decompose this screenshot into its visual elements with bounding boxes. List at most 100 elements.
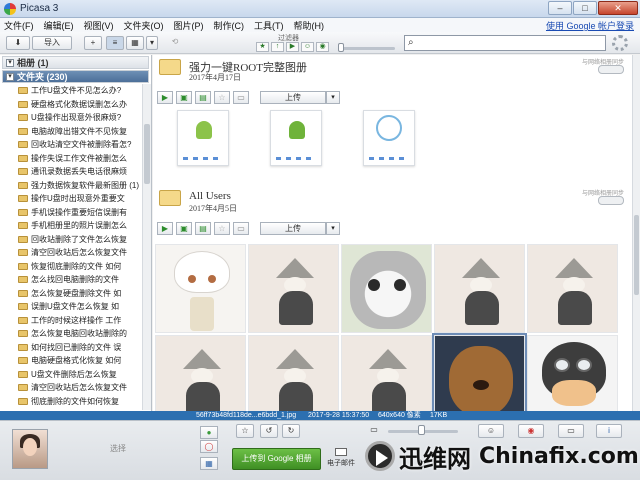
export-icon[interactable]: ▭ <box>233 90 249 104</box>
upload-dropdown[interactable]: ▾ <box>326 221 340 235</box>
folder-label: 怎么恢复硬盘删除文件 如 <box>31 288 122 298</box>
collapse-icon[interactable]: ▾ <box>6 72 14 81</box>
sync-toggle[interactable] <box>598 196 624 205</box>
folder-item[interactable]: 手机误操作重要短信误删有 <box>0 206 142 220</box>
photo-thumbnail[interactable] <box>527 244 618 333</box>
collage-icon[interactable]: ▣ <box>176 221 192 235</box>
star-filter-icon[interactable]: ★ <box>256 42 269 52</box>
folder-item[interactable]: 电脑故障出错文件不见恢复 <box>0 125 142 139</box>
sync-icon[interactable]: ⟲ <box>164 36 186 50</box>
folder-item[interactable]: 清空回收站后怎么恢复文件 <box>0 246 142 260</box>
folder-item[interactable]: U盘文件删除后怎么恢复 <box>0 368 142 382</box>
menu-picture[interactable]: 图片(P) <box>174 19 204 32</box>
photo-thumbnail[interactable] <box>270 110 322 166</box>
rotate-left-icon[interactable]: ↺ <box>260 424 278 438</box>
menu-help[interactable]: 帮助(H) <box>294 19 325 32</box>
photo-thumbnail[interactable] <box>155 335 246 411</box>
tray-thumbnail[interactable] <box>12 429 48 469</box>
export-icon[interactable]: ▭ <box>233 221 249 235</box>
collage-icon[interactable]: ▣ <box>176 90 192 104</box>
close-button[interactable]: ✕ <box>598 1 638 15</box>
maximize-button[interactable]: □ <box>573 1 597 15</box>
folders-section-header[interactable]: ▾ 文件夹 (230) <box>2 70 149 83</box>
people-filter-icon[interactable]: ☺ <box>301 42 314 52</box>
movie-icon[interactable]: ▤ <box>195 90 211 104</box>
thumbnail-size-knob[interactable] <box>418 425 425 435</box>
folder-item[interactable]: 清空回收站后怎么恢复文件 <box>0 381 142 395</box>
filter-slider-knob[interactable] <box>338 43 344 52</box>
import-button[interactable]: 导入 <box>32 36 72 50</box>
star-icon[interactable]: ☆ <box>236 424 254 438</box>
search-box[interactable]: ⌕ <box>404 35 606 51</box>
folder-scrollbar[interactable] <box>142 84 151 410</box>
clear-icon[interactable]: ◯ <box>200 440 218 453</box>
photo-thumbnail[interactable] <box>248 244 339 333</box>
menu-edit[interactable]: 编辑(E) <box>44 19 74 32</box>
movie-icon[interactable]: ▤ <box>195 221 211 235</box>
import-icon-button[interactable]: ⬇ <box>6 36 30 50</box>
folder-item[interactable]: 回收站删除了文件怎么恢复 <box>0 233 142 247</box>
upload-filter-icon[interactable]: ↑ <box>271 42 284 52</box>
sync-toggle[interactable] <box>598 65 624 74</box>
folder-item[interactable]: 怎么找回电脑删除的文件 <box>0 273 142 287</box>
play-slideshow-icon[interactable]: ▶ <box>157 221 173 235</box>
hold-icon[interactable]: ● <box>200 426 218 439</box>
add-to-album-icon[interactable]: ▦ <box>200 457 218 470</box>
photo-thumbnail[interactable] <box>527 335 618 411</box>
filter-slider-track[interactable] <box>340 47 395 50</box>
photo-thumbnail[interactable] <box>248 335 339 411</box>
menu-folder[interactable]: 文件夹(O) <box>124 19 164 32</box>
play-slideshow-icon[interactable]: ▶ <box>157 90 173 104</box>
geo-filter-icon[interactable]: ◉ <box>316 42 329 52</box>
photo-thumbnail[interactable] <box>434 244 525 333</box>
album-title[interactable]: All Users <box>189 190 231 202</box>
folder-item[interactable]: 工作U盘文件不见怎么办? <box>0 84 142 98</box>
email-button[interactable]: 电子邮件 <box>326 448 356 472</box>
photo-thumbnail[interactable] <box>341 244 432 333</box>
folder-item[interactable]: 手机相册里的照片误删怎么 <box>0 219 142 233</box>
upload-dropdown[interactable]: ▾ <box>326 90 340 104</box>
folder-item[interactable]: 操作失误工作文件被删怎么 <box>0 152 142 166</box>
folder-item[interactable]: 电脑硬盘格式化恢复 如何 <box>0 354 142 368</box>
photo-thumbnail[interactable] <box>177 110 229 166</box>
upload-button[interactable]: 上传 <box>260 221 326 235</box>
menu-view[interactable]: 视图(V) <box>84 19 114 32</box>
minimize-button[interactable]: – <box>548 1 572 15</box>
google-signin-link[interactable]: 使用 Google 帐户登录 <box>546 19 634 32</box>
folder-item[interactable]: 彻底删除的文件如何恢复 <box>0 395 142 409</box>
folder-item[interactable]: 强力数据恢复软件最新图册 (1) <box>0 179 142 193</box>
folder-item[interactable]: 如何找回已删除的文件 误 <box>0 341 142 355</box>
menu-file[interactable]: 文件(F) <box>4 19 34 32</box>
photo-thumbnail[interactable] <box>363 110 415 166</box>
folder-item[interactable]: 怎么恢复硬盘删除文件 如 <box>0 287 142 301</box>
rotate-right-icon[interactable]: ↻ <box>282 424 300 438</box>
menu-tools[interactable]: 工具(T) <box>254 19 284 32</box>
folder-item[interactable]: 误删U盘文件怎么恢复 如 <box>0 300 142 314</box>
add-folder-button[interactable]: + <box>84 36 102 50</box>
folder-item[interactable]: 怎么恢复电脑回收站删除的 <box>0 327 142 341</box>
view-dropdown[interactable]: ▾ <box>146 36 158 50</box>
albums-section-header[interactable]: ▾ 相册 (1) <box>2 56 149 69</box>
folder-item[interactable]: 通讯录数据丢失电话很麻烦 <box>0 165 142 179</box>
library-scrollbar[interactable] <box>632 55 640 411</box>
folder-item[interactable]: 硬盘格式化数据误删怎么办 <box>0 98 142 112</box>
folder-item[interactable]: 操作U盘时出现意外重要文 <box>0 192 142 206</box>
upload-button[interactable]: 上传 <box>260 90 326 104</box>
star-icon[interactable]: ☆ <box>214 90 230 104</box>
folder-item[interactable]: 恢复彻底删除的文件 如何 <box>0 260 142 274</box>
folder-item[interactable]: 工作的时候这样操作 工作 <box>0 314 142 328</box>
folder-item[interactable]: U盘操作出现意外很麻烦? <box>0 111 142 125</box>
photo-thumbnail[interactable] <box>341 335 432 411</box>
collapse-icon[interactable]: ▾ <box>6 58 14 67</box>
star-icon[interactable]: ☆ <box>214 221 230 235</box>
photo-thumbnail-selected[interactable] <box>432 333 527 411</box>
list-view-button[interactable]: ≡ <box>106 36 124 50</box>
upload-to-google-photos-button[interactable]: 上传到 Google 相册 <box>232 448 321 470</box>
folder-item[interactable]: 回收站清空文件被删除看怎? <box>0 138 142 152</box>
photo-thumbnail[interactable] <box>155 244 246 333</box>
folder-label: 如何找回已删除的文件 误 <box>31 342 122 352</box>
search-input[interactable] <box>421 37 603 49</box>
grid-view-button[interactable]: ▦ <box>126 36 144 50</box>
menu-create[interactable]: 制作(C) <box>214 19 245 32</box>
movie-filter-icon[interactable]: ▶ <box>286 42 299 52</box>
